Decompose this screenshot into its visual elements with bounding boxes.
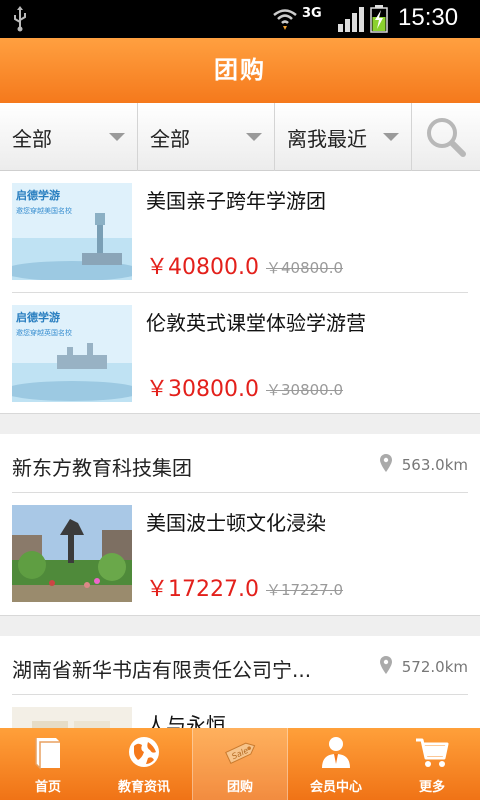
deal-item[interactable]: 启德学游 邀您穿越美国名校 美国亲子跨年学游团 ￥40800.0 ￥40800.… (0, 171, 480, 293)
chevron-down-icon (383, 133, 399, 141)
deal-thumbnail (12, 505, 132, 602)
deal-price: ￥40800.0 (146, 255, 259, 280)
store-card: 湖南省新华书店有限责任公司宁... 572.0km 人与永恒 (0, 636, 480, 728)
bottom-tab-bar: 首页 教育资讯 Sale 团购 会员中心 更多 (0, 728, 480, 800)
deal-name: 伦敦英式课堂体验学游营 (146, 311, 366, 335)
area-filter-label: 全部 (150, 127, 190, 151)
store-header[interactable]: 新东方教育科技集团 563.0km (0, 434, 480, 494)
filter-bar: 全部 全部 离我最近 (0, 103, 480, 171)
deal-original-price: ￥17227.0 (266, 581, 344, 599)
sort-filter[interactable]: 离我最近 (275, 103, 412, 171)
deal-list: 启德学游 邀您穿越美国名校 美国亲子跨年学游团 ￥40800.0 ￥40800.… (0, 171, 480, 728)
deal-thumbnail (12, 707, 132, 728)
battery-icon (370, 5, 388, 33)
deal-group: 启德学游 邀您穿越美国名校 美国亲子跨年学游团 ￥40800.0 ￥40800.… (0, 171, 480, 414)
category-filter-label: 全部 (12, 127, 52, 151)
deal-price: ￥30800.0 (146, 377, 259, 402)
thumb-slogan: 邀您穿越美国名校 (16, 206, 72, 215)
deal-original-price: ￥40800.0 (266, 259, 344, 277)
location-pin-icon (380, 454, 392, 472)
chevron-down-icon (246, 133, 262, 141)
deal-name: 美国亲子跨年学游团 (146, 189, 326, 213)
store-name: 湖南省新华书店有限责任公司宁... (12, 658, 312, 682)
tab-member-center[interactable]: 会员中心 (288, 728, 384, 800)
sort-filter-label: 离我最近 (287, 127, 367, 151)
deal-item[interactable]: 启德学游 邀您穿越英国名校 伦敦英式课堂体验学游营 ￥30800.0 ￥3080… (0, 293, 480, 415)
store-card: 新东方教育科技集团 563.0km 美国波士顿文化浸染 ￥17227.0 ￥17… (0, 434, 480, 616)
deal-item[interactable]: 美国波士顿文化浸染 ￥17227.0 ￥17227.0 (0, 493, 480, 615)
wifi-icon (273, 9, 297, 30)
deal-name: 人与永恒 (146, 713, 226, 728)
location-pin-icon (380, 656, 392, 674)
deal-thumbnail: 启德学游 邀您穿越美国名校 (12, 183, 132, 280)
book-icon (35, 738, 60, 770)
status-time: 15:30 (398, 4, 459, 31)
area-filter[interactable]: 全部 (138, 103, 275, 171)
usb-icon (14, 6, 26, 32)
deal-name: 美国波士顿文化浸染 (146, 511, 326, 535)
deal-price: ￥17227.0 (146, 577, 259, 602)
tab-more[interactable]: 更多 (384, 728, 480, 800)
thumb-slogan: 邀您穿越英国名校 (16, 328, 72, 337)
store-header[interactable]: 湖南省新华书店有限责任公司宁... 572.0km (0, 636, 480, 696)
store-distance: 572.0km (401, 658, 468, 676)
chevron-down-icon (109, 133, 125, 141)
tab-label: 首页 (34, 780, 61, 795)
tab-label: 会员中心 (309, 780, 362, 795)
tab-label: 更多 (418, 780, 445, 795)
store-distance: 563.0km (401, 456, 468, 474)
tab-edu-news[interactable]: 教育资讯 (96, 728, 192, 800)
tab-label: 团购 (226, 780, 253, 795)
tab-group-buy[interactable]: Sale 团购 (192, 728, 288, 800)
globe-icon (129, 737, 159, 767)
deal-thumbnail: 启德学游 邀您穿越英国名校 (12, 305, 132, 402)
tab-home[interactable]: 首页 (0, 728, 96, 800)
category-filter[interactable]: 全部 (0, 103, 138, 171)
store-name: 新东方教育科技集团 (12, 456, 192, 480)
search-button[interactable] (412, 103, 480, 171)
network-type: 3G (302, 6, 322, 21)
thumb-brand: 启德学游 (16, 188, 60, 202)
cart-icon (416, 738, 449, 767)
thumb-brand: 启德学游 (16, 310, 60, 324)
status-bar: 3G 15:30 (0, 0, 480, 38)
member-icon (322, 737, 350, 768)
page-title: 团购 (214, 56, 266, 84)
deal-item[interactable]: 人与永恒 (0, 695, 480, 728)
title-bar: 团购 (0, 38, 480, 103)
tab-label: 教育资讯 (117, 780, 170, 795)
deal-original-price: ￥30800.0 (266, 381, 344, 399)
sale-tag-icon: Sale (225, 742, 256, 765)
search-icon (427, 118, 466, 157)
signal-icon (338, 7, 364, 32)
